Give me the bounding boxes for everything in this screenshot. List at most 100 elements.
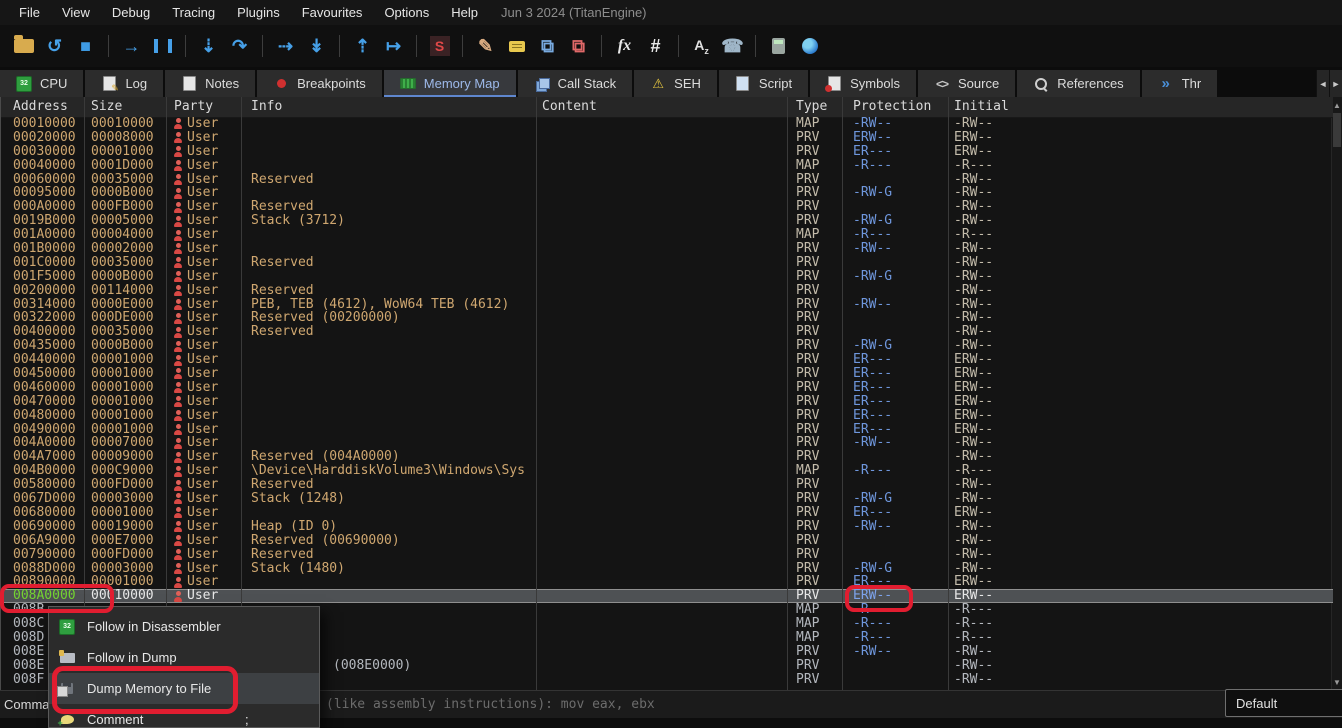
menu-view[interactable]: View (51, 0, 101, 25)
table-row[interactable]: 004A700000009000UserReserved (004A0000)P… (1, 450, 1333, 464)
column-header-address[interactable]: Address (1, 97, 84, 117)
scrollbar-thumb[interactable] (1333, 113, 1341, 147)
table-row[interactable]: 0047000000001000UserPRVER---ERW-- (1, 395, 1333, 409)
menu-plugins[interactable]: Plugins (226, 0, 291, 25)
tab-cpu[interactable]: 32CPU (0, 70, 83, 97)
tab-memory-map[interactable]: Memory Map (384, 70, 516, 97)
function-fx-icon[interactable]: fx (611, 33, 638, 59)
table-row[interactable]: 001A000000004000UserMAP-R----R--- (1, 228, 1333, 242)
menu-item-comment[interactable]: Comment; (49, 704, 319, 728)
table-row[interactable]: 0001000000010000UserMAP-RW---RW-- (1, 117, 1333, 131)
phone-calc-icon[interactable]: ☎ (719, 33, 746, 59)
table-row[interactable]: 004350000000B000UserPRV-RW-G-RW-- (1, 339, 1333, 353)
step-over-icon[interactable]: ↷ (226, 33, 253, 59)
column-header-content[interactable]: Content (536, 97, 787, 117)
table-row[interactable]: 0049000000001000UserPRVER---ERW-- (1, 423, 1333, 437)
tab-log[interactable]: Log (85, 70, 163, 97)
tab-scroll-right-icon[interactable]: ► (1329, 70, 1342, 97)
trace-over-icon[interactable]: ↡ (303, 33, 330, 59)
table-row[interactable]: 0069000000019000UserHeap (ID 0)PRV-RW---… (1, 520, 1333, 534)
tab-seh[interactable]: ⚠SEH (634, 70, 717, 97)
execute-till-return-icon[interactable]: ⇡ (349, 33, 376, 59)
table-row[interactable]: 0045000000001000UserPRVER---ERW-- (1, 367, 1333, 381)
menu-item-follow-in-disassembler[interactable]: 32Follow in Disassembler (49, 611, 319, 642)
table-row[interactable]: 0019B00000005000UserStack (3712)PRV-RW-G… (1, 214, 1333, 228)
table-row[interactable]: 003140000000E000UserPEB, TEB (4612), WoW… (1, 298, 1333, 312)
menu-debug[interactable]: Debug (101, 0, 161, 25)
tab-scroll-left-icon[interactable]: ◄ (1316, 70, 1329, 97)
table-row[interactable]: 0068000000001000UserPRVER---ERW-- (1, 506, 1333, 520)
globe-icon[interactable] (796, 33, 823, 59)
table-row[interactable]: 0006000000035000UserReservedPRV-RW-- (1, 173, 1333, 187)
column-header-initial[interactable]: Initial (948, 97, 1333, 117)
column-header-info[interactable]: Info (241, 97, 536, 117)
profile-dropdown[interactable]: Default ▾ (1225, 689, 1342, 717)
table-row[interactable]: 0048000000001000UserPRVER---ERW-- (1, 409, 1333, 423)
column-header-size[interactable]: Size (84, 97, 166, 117)
patches-icon[interactable]: ✎ (472, 33, 499, 59)
tab-script[interactable]: Script (719, 70, 808, 97)
table-row[interactable]: 000950000000B000UserPRV-RW-G-RW-- (1, 186, 1333, 200)
scroll-down-icon[interactable]: ▼ (1332, 676, 1342, 688)
party-label: User (187, 353, 218, 367)
table-row[interactable]: 0088D00000003000UserStack (1480)PRV-RW-G… (1, 562, 1333, 576)
table-row[interactable]: 00580000000FD000UserReservedPRV-RW-- (1, 478, 1333, 492)
table-row[interactable]: 004B0000000C9000User\Device\HarddiskVolu… (1, 464, 1333, 478)
menu-item-dump-memory-to-file[interactable]: Dump Memory to File (49, 673, 319, 704)
run-icon[interactable]: → (118, 33, 145, 59)
table-row[interactable]: 0067D00000003000UserStack (1248)PRV-RW-G… (1, 492, 1333, 506)
open-file-icon[interactable] (10, 33, 37, 59)
tab-call-stack[interactable]: Call Stack (518, 70, 633, 97)
close-icon[interactable]: ■ (72, 33, 99, 59)
table-row[interactable]: 0002000000008000UserPRVERW--ERW-- (1, 131, 1333, 145)
table-row[interactable]: 004A000000007000UserPRV-RW---RW-- (1, 436, 1333, 450)
trace-into-icon[interactable]: ⇢ (272, 33, 299, 59)
table-row[interactable]: 008A000000010000UserPRVERW--ERW-- (1, 589, 1333, 603)
calculator-icon[interactable] (765, 33, 792, 59)
column-header-type[interactable]: Type (787, 97, 842, 117)
tab-symbols[interactable]: Symbols (810, 70, 916, 97)
table-row[interactable]: 001B000000002000UserPRV-RW---RW-- (1, 242, 1333, 256)
label-blue-icon[interactable]: ⧉ (534, 33, 561, 59)
table-row[interactable]: 001C000000035000UserReservedPRV-RW-- (1, 256, 1333, 270)
run-to-user-code-icon[interactable]: ↦ (380, 33, 407, 59)
cell-info: Reserved (241, 284, 536, 298)
label-red-icon[interactable]: ⧉ (565, 33, 592, 59)
menu-item-follow-in-dump[interactable]: Follow in Dump (49, 642, 319, 673)
tab-notes[interactable]: Notes (165, 70, 255, 97)
table-row[interactable]: 0020000000114000UserReservedPRV-RW-- (1, 284, 1333, 298)
comment-note-icon[interactable] (503, 33, 530, 59)
step-into-icon[interactable]: ⇣ (195, 33, 222, 59)
tab-thr[interactable]: »Thr (1142, 70, 1218, 97)
cell-addr: 00200000 (1, 284, 84, 298)
ram-icon (400, 76, 416, 92)
table-row[interactable]: 006A9000000E7000UserReserved (00690000)P… (1, 534, 1333, 548)
menu-file[interactable]: File (8, 0, 51, 25)
table-row[interactable]: 0089000000001000UserPRVER---ERW-- (1, 575, 1333, 589)
tab-source[interactable]: <>Source (918, 70, 1015, 97)
menu-tracing[interactable]: Tracing (161, 0, 226, 25)
table-row[interactable]: 000400000001D000UserMAP-R----R--- (1, 159, 1333, 173)
restart-icon[interactable]: ↺ (41, 33, 68, 59)
case-az-icon[interactable]: Az (688, 33, 715, 59)
table-row[interactable]: 0046000000001000UserPRVER---ERW-- (1, 381, 1333, 395)
tab-breakpoints[interactable]: Breakpoints (257, 70, 382, 97)
column-header-party[interactable]: Party (166, 97, 241, 117)
table-row[interactable]: 001F50000000B000UserPRV-RW-G-RW-- (1, 270, 1333, 284)
scroll-up-icon[interactable]: ▲ (1332, 99, 1342, 111)
menu-options[interactable]: Options (373, 0, 440, 25)
table-row[interactable]: 00322000000DE000UserReserved (00200000)P… (1, 311, 1333, 325)
table-row[interactable]: 0040000000035000UserReservedPRV-RW-- (1, 325, 1333, 339)
table-row[interactable]: 0003000000001000UserPRVER---ERW-- (1, 145, 1333, 159)
table-row[interactable]: 00790000000FD000UserReservedPRV-RW-- (1, 548, 1333, 562)
table-row[interactable]: 0044000000001000UserPRVER---ERW-- (1, 353, 1333, 367)
tab-references[interactable]: References (1017, 70, 1139, 97)
cell-size: 0000B000 (84, 270, 166, 284)
column-header-protection[interactable]: Protection (842, 97, 948, 117)
menu-favourites[interactable]: Favourites (291, 0, 374, 25)
hash-icon[interactable]: # (642, 33, 669, 59)
scylla-icon[interactable]: S (426, 33, 453, 59)
menu-help[interactable]: Help (440, 0, 489, 25)
table-row[interactable]: 000A0000000FB000UserReservedPRV-RW-- (1, 200, 1333, 214)
pause-icon[interactable] (149, 33, 176, 59)
